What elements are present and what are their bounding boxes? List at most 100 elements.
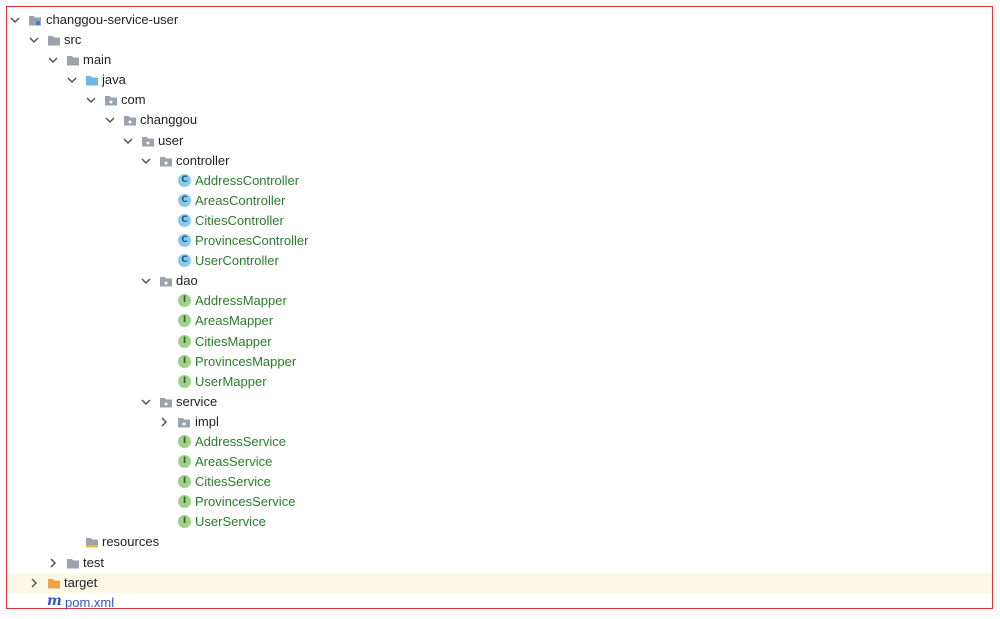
interface-icon: I [178, 354, 191, 368]
tree-node-test[interactable]: test [0, 553, 1000, 573]
class-icon: C [178, 234, 191, 248]
chevron-down-icon[interactable] [139, 395, 153, 409]
package-icon [159, 274, 173, 288]
tree-node-label: src [64, 32, 82, 48]
source-folder-icon [85, 73, 99, 87]
chevron-down-icon[interactable] [8, 13, 22, 27]
package-icon [177, 415, 191, 429]
tree-node-interface[interactable]: I ProvincesMapper [0, 352, 1000, 372]
interface-icon: I [178, 455, 191, 469]
tree-node-label: UserMapper [195, 373, 267, 389]
chevron-down-icon[interactable] [121, 134, 135, 148]
chevron-down-icon[interactable] [27, 33, 41, 47]
tree-node-label: CitiesMapper [195, 333, 272, 349]
tree-node-label: controller [176, 152, 230, 168]
interface-icon: I [178, 495, 191, 509]
chevron-right-icon[interactable] [27, 576, 41, 590]
tree-node-label: com [121, 92, 146, 108]
tree-node-resources[interactable]: resources [0, 532, 1000, 552]
interface-icon: I [178, 475, 191, 489]
tree-node-label: test [83, 554, 104, 570]
interface-icon: I [178, 515, 191, 529]
tree-node-label: impl [195, 413, 219, 429]
package-icon [141, 134, 155, 148]
tree-node-label: UserService [195, 514, 266, 530]
chevron-down-icon[interactable] [46, 53, 60, 67]
tree-node-java[interactable]: java [0, 70, 1000, 90]
tree-node-label: AddressService [195, 433, 287, 449]
interface-icon: I [178, 434, 191, 448]
tree-node-label: CitiesService [195, 474, 271, 490]
tree-node-label: CitiesController [195, 212, 284, 228]
tree-node-label: UserController [195, 253, 279, 269]
package-icon [159, 395, 173, 409]
tree-node-label: java [102, 72, 126, 88]
chevron-down-icon[interactable] [139, 154, 153, 168]
tree-node-user[interactable]: user [0, 131, 1000, 151]
interface-icon: I [178, 294, 191, 308]
tree-node-changgou[interactable]: changgou [0, 110, 1000, 130]
tree-node-label: AreasMapper [195, 313, 274, 329]
class-icon: C [178, 213, 191, 227]
tree-node-interface[interactable]: I AddressService [0, 432, 1000, 452]
excluded-folder-icon [47, 576, 61, 590]
interface-icon: I [178, 334, 191, 348]
tree-node-interface[interactable]: I CitiesMapper [0, 332, 1000, 352]
tree-node-target[interactable]: target [7, 572, 992, 593]
tree-node-dao[interactable]: dao [0, 271, 1000, 291]
tree-node-label: AreasController [195, 192, 286, 208]
tree-node-pom[interactable]: m pom.xml [0, 593, 1000, 613]
tree-node-label: dao [176, 273, 198, 289]
tree-node-label: main [83, 52, 112, 68]
tree-node-class[interactable]: C AreasController [0, 191, 1000, 211]
tree-node-src[interactable]: src [0, 30, 1000, 50]
tree-node-label: ProvincesService [195, 494, 296, 510]
tree-node-class[interactable]: C ProvincesController [0, 231, 1000, 251]
tree-node-label: ProvincesController [195, 233, 309, 249]
folder-icon [47, 33, 61, 47]
tree-node-label: ProvincesMapper [195, 353, 297, 369]
tree-node-interface[interactable]: I ProvincesService [0, 492, 1000, 512]
resources-folder-icon [85, 535, 99, 549]
tree-node-service[interactable]: service [0, 392, 1000, 412]
tree-node-label: AddressController [195, 172, 300, 188]
tree-node-interface[interactable]: I CitiesService [0, 472, 1000, 492]
tree-node-label: target [64, 574, 98, 590]
tree-node-interface[interactable]: I AreasService [0, 452, 1000, 472]
chevron-down-icon[interactable] [65, 73, 79, 87]
tree-node-label: changgou-service-user [46, 12, 179, 27]
interface-icon: I [178, 374, 191, 388]
tree-node-class[interactable]: C UserController [0, 251, 1000, 271]
tree-node-interface[interactable]: I AddressMapper [0, 291, 1000, 311]
tree-node-label: resources [102, 534, 160, 550]
module-folder-icon [28, 13, 42, 27]
tree-node-interface[interactable]: I AreasMapper [0, 311, 1000, 331]
tree-node-controller[interactable]: controller [0, 151, 1000, 171]
class-icon: C [178, 173, 191, 187]
chevron-right-icon[interactable] [46, 556, 60, 570]
project-tree: changgou-service-user src main java com … [0, 10, 1000, 613]
tree-node-class[interactable]: C CitiesController [0, 211, 1000, 231]
tree-node-main[interactable]: main [0, 50, 1000, 70]
chevron-down-icon[interactable] [139, 274, 153, 288]
tree-node-root[interactable]: changgou-service-user [0, 10, 1000, 30]
tree-node-class[interactable]: C AddressController [0, 171, 1000, 191]
package-icon [104, 93, 118, 107]
folder-icon [66, 53, 80, 67]
package-icon [123, 113, 137, 127]
maven-icon: m [47, 592, 62, 609]
chevron-right-icon[interactable] [157, 415, 171, 429]
tree-node-label: AreasService [195, 454, 273, 470]
tree-node-label: service [176, 393, 218, 409]
interface-icon: I [178, 314, 191, 328]
tree-node-label: changgou [140, 112, 198, 128]
chevron-down-icon[interactable] [103, 113, 117, 127]
package-icon [159, 154, 173, 168]
tree-node-interface[interactable]: I UserMapper [0, 372, 1000, 392]
tree-node-label: user [158, 132, 184, 148]
tree-node-impl[interactable]: impl [0, 412, 1000, 432]
tree-node-interface[interactable]: I UserService [0, 512, 1000, 532]
tree-node-label: pom.xml [65, 594, 115, 610]
tree-node-com[interactable]: com [0, 90, 1000, 110]
chevron-down-icon[interactable] [84, 93, 98, 107]
